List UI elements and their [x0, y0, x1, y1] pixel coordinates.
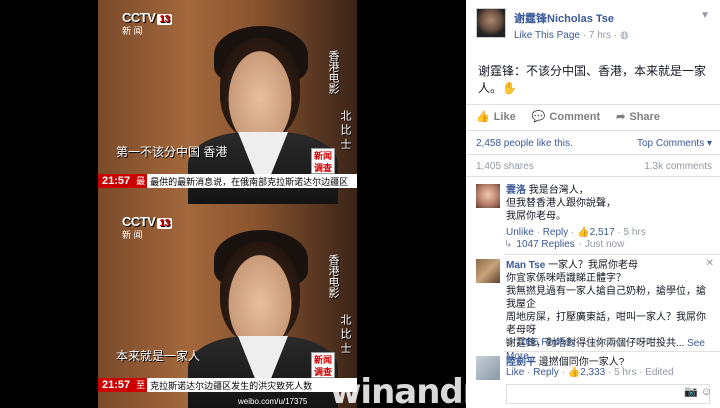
- top-comments-dropdown[interactable]: Top Comments ▾: [637, 138, 712, 149]
- comment-line: 但我替香港人跟你說聲，: [506, 198, 616, 209]
- comment-likes[interactable]: 2,517: [590, 227, 615, 238]
- news-ticker: 21:57 至 克拉斯诺达尔边疆区发生的洪灾致死人数: [98, 378, 357, 392]
- vertical-caption-2: 北 比 士: [339, 314, 351, 354]
- share-icon: ➦: [616, 111, 626, 123]
- comment-icon: 💬: [531, 111, 546, 123]
- divider: [466, 130, 720, 131]
- commenter-avatar[interactable]: [476, 259, 500, 283]
- divider: [504, 351, 720, 352]
- news-ticker: 21:57 最 最供的最新消息说，在俄南部克拉斯诺达尔边疆区: [98, 174, 357, 188]
- likes-row: 2,458 people like this. Top Comments ▾: [476, 138, 712, 149]
- chevron-down-icon[interactable]: ✕: [706, 258, 714, 269]
- comment-footer: Unlike · Reply · 👍2,517 · 5 hrs: [506, 227, 646, 238]
- camera-icon[interactable]: 📷: [684, 385, 698, 398]
- news-badge: 新闻 调查: [311, 148, 335, 174]
- like-button[interactable]: 👍 Like: [476, 110, 516, 124]
- post-meta: Like This Page · 7 hrs · ◍: [514, 30, 629, 41]
- emoji-icon[interactable]: ☺: [701, 386, 712, 398]
- vertical-caption: 香港电影: [327, 254, 339, 298]
- face-shape: [220, 38, 300, 140]
- page-name-link[interactable]: 谢霆锋Nicholas Tse: [514, 10, 629, 26]
- commenter-avatar[interactable]: [476, 356, 500, 380]
- channel-subtitle: 新 闻: [122, 26, 143, 36]
- thumbs-up-icon: 👍: [476, 111, 490, 123]
- comment-line: 邊撚個同你一家人?: [538, 357, 625, 368]
- globe-icon: ◍: [619, 30, 629, 41]
- ticker-marker: 至: [134, 378, 148, 392]
- comment-time: · 5 hrs: [617, 227, 646, 238]
- thumbs-up-icon: 👍: [577, 227, 590, 238]
- likes-count-link[interactable]: 2,458 people like this.: [476, 138, 573, 149]
- photo-viewer[interactable]: CCTV 13 新 闻 香港电影 北 比 士 第一不该分中国 香港 新闻 调查 2…: [0, 0, 627, 408]
- comment-line: 周地房屎，打壓廣東話，咁叫一家人？我屌你老母呀: [506, 312, 706, 336]
- post-header: 谢霆锋Nicholas Tse Like This Page · 7 hrs ·…: [476, 8, 629, 41]
- commenter-name[interactable]: Man Tse: [506, 260, 545, 271]
- hand-emoji-icon: ✋: [502, 81, 517, 95]
- reply-arrow-icon: ↳: [504, 337, 513, 348]
- face-shape: [220, 242, 300, 344]
- chevron-down-icon[interactable]: ▼: [700, 10, 710, 21]
- comment-line: 你宜家係咪唔識睇正體字？: [506, 273, 626, 284]
- comment-line: 我是台灣人，: [528, 185, 589, 196]
- commenter-name[interactable]: 雲洛: [506, 185, 526, 196]
- comment-item: 陸劍平 邊撚個同你一家人?: [476, 356, 716, 380]
- comment-item: 雲洛 我是台灣人， 但我替香港人跟你說聲， 我屌你老母。 Unlike · Re…: [476, 184, 716, 239]
- channel-subtitle: 新 闻: [122, 230, 143, 240]
- share-button[interactable]: ➦ Share: [616, 110, 660, 124]
- video-subtitle: 第一不该分中国 香港: [116, 145, 228, 159]
- reply-arrow-icon: ↳: [504, 239, 513, 250]
- vertical-caption: 香港电影: [327, 50, 339, 94]
- shares-count[interactable]: 1,405 shares: [476, 161, 534, 172]
- divider: [504, 254, 720, 255]
- comments-count[interactable]: 1.3k comments: [644, 161, 712, 172]
- divider: [466, 176, 720, 177]
- commenter-name[interactable]: 陸劍平: [506, 357, 536, 368]
- reply-link[interactable]: Reply: [543, 227, 569, 238]
- comment-line: 我屌你老母。: [506, 211, 566, 222]
- ticker-text: 克拉斯诺达尔边疆区发生的洪灾致死人数: [150, 380, 313, 391]
- ticker-clock: 21:57: [98, 174, 135, 188]
- view-replies-link[interactable]: ↳ 1085 Replies · Just now: [504, 337, 624, 348]
- commenter-avatar[interactable]: [476, 184, 500, 208]
- comment-button[interactable]: 💬 Comment: [531, 110, 600, 124]
- video-subtitle: 本来就是一家人: [116, 349, 201, 363]
- weibo-credit: weibo.com/u/17375: [238, 397, 308, 406]
- comment-line: 一家人？我屌你老母: [548, 260, 639, 271]
- shares-row: 1,405 shares 1.3k comments: [476, 161, 712, 172]
- post-text: 谢霆锋：不该分中国、香港，本来就是一家人。✋: [478, 64, 707, 95]
- comment-input[interactable]: [506, 384, 710, 404]
- divider: [466, 104, 720, 105]
- ticker-marker: 最: [134, 174, 148, 188]
- ticker-text: 最供的最新消息说，在俄南部克拉斯诺达尔边疆区: [150, 176, 349, 187]
- view-replies-link[interactable]: ↳ 1047 Replies · Just now: [504, 239, 624, 250]
- comment-line: 我無撚見過有一家人搶自己奶粉，搶學位，搶我屋企: [506, 286, 706, 310]
- ticker-clock: 21:57: [98, 378, 135, 392]
- post-panel: 谢霆锋Nicholas Tse Like This Page · 7 hrs ·…: [466, 0, 720, 408]
- like-page-link[interactable]: Like This Page: [514, 30, 580, 41]
- divider: [466, 154, 720, 155]
- post-actions: 👍 Like 💬 Comment ➦ Share: [476, 110, 660, 124]
- vertical-caption-2: 北 比 士: [339, 110, 351, 150]
- unlike-link[interactable]: Unlike: [506, 227, 534, 238]
- post-time: · 7 hrs ·: [582, 30, 618, 41]
- photo-frame-top: CCTV 13 新 闻 香港电影 北 比 士 第一不该分中国 香港 新闻 调查 2…: [98, 0, 357, 204]
- channel-logo: CCTV 13: [122, 10, 172, 25]
- channel-logo: CCTV 13: [122, 214, 172, 229]
- photo-frame-bottom: CCTV 13 新 闻 香港电影 北 比 士 本来就是一家人 新闻 调查 21:5…: [98, 204, 357, 408]
- page-avatar[interactable]: [476, 8, 506, 38]
